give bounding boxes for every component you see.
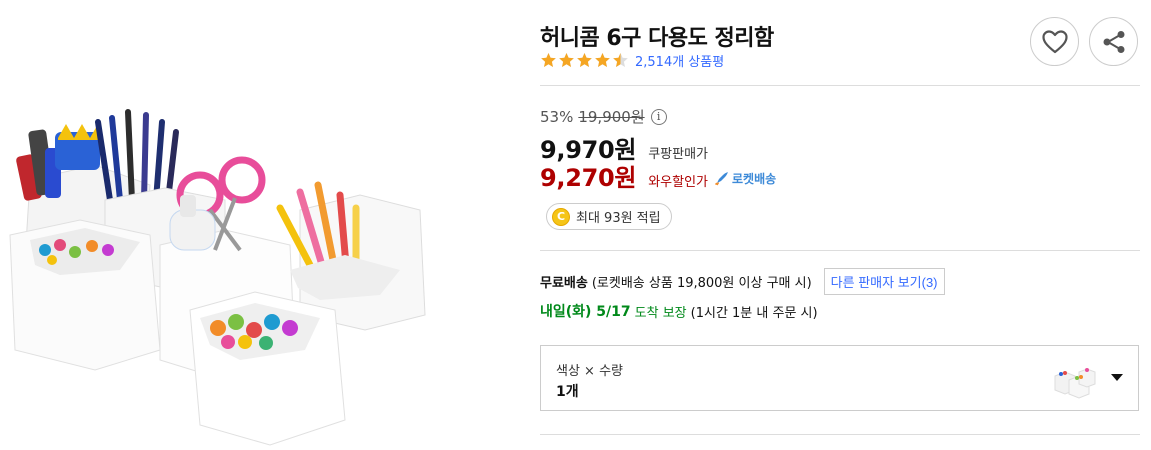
rocket-delivery-label: 로켓배송	[732, 171, 777, 186]
coin-icon: C	[552, 207, 570, 226]
divider	[540, 434, 1140, 435]
arrival-note: (1시간 1분 내 주문 시)	[690, 305, 818, 321]
option-thumbnail	[1051, 354, 1099, 402]
product-info-panel: 허니콤 6구 다용도 정리함 2,514개 상품평 53% 19,900원 i …	[540, 0, 1140, 450]
review-count-link[interactable]: 2,514개 상품평	[635, 51, 724, 70]
other-sellers-button[interactable]: 다른 판매자 보기(3)	[823, 268, 945, 295]
caret-down-icon	[1111, 374, 1123, 381]
wow-price: 9,270원	[540, 164, 637, 192]
star-rating	[540, 52, 629, 69]
share-button[interactable]	[1089, 17, 1138, 66]
heart-icon	[1041, 29, 1068, 53]
star-icon	[541, 52, 556, 67]
wow-price-label: 와우할인가	[648, 175, 709, 190]
star-icon	[559, 52, 574, 67]
arrival-row: 내일(화) 5/17 도착 보장 (1시간 1분 내 주문 시)	[540, 301, 818, 321]
option-label: 색상 × 수량	[556, 364, 623, 379]
wishlist-button[interactable]	[1030, 17, 1079, 66]
original-price: 19,900원	[578, 108, 645, 126]
star-icon	[613, 52, 628, 67]
rocket-delivery-badge: 로켓배송	[714, 170, 776, 187]
shipping-row: 무료배송 (로켓배송 상품 19,800원 이상 구매 시) 다른 판매자 보기…	[540, 268, 945, 295]
reward-text: 최대 93원 적립	[576, 211, 661, 226]
option-value: 1개	[556, 384, 579, 400]
wow-price-row: 9,270원 와우할인가 로켓배송	[540, 158, 776, 193]
product-image	[0, 60, 500, 450]
free-shipping-label: 무료배송	[540, 276, 588, 291]
star-icon	[595, 52, 610, 67]
info-icon[interactable]: i	[650, 108, 667, 125]
shipping-condition: (로켓배송 상품 19,800원 이상 구매 시)	[591, 276, 812, 291]
rating-row: 2,514개 상품평	[540, 50, 724, 70]
option-select[interactable]: 색상 × 수량 1개	[540, 345, 1139, 411]
divider	[540, 250, 1140, 251]
divider	[540, 85, 1140, 86]
rocket-icon	[714, 172, 729, 186]
product-title: 허니콤 6구 다용도 정리함	[540, 26, 774, 51]
reward-chip[interactable]: C 최대 93원 적립	[546, 203, 672, 230]
discount-row: 53% 19,900원 i	[540, 106, 667, 127]
discount-rate: 53%	[540, 107, 574, 126]
arrival-date: 내일(화) 5/17	[540, 304, 631, 320]
star-icon	[577, 52, 592, 67]
share-icon	[1103, 30, 1124, 53]
arrival-guarantee: 도착 보장	[634, 305, 687, 321]
